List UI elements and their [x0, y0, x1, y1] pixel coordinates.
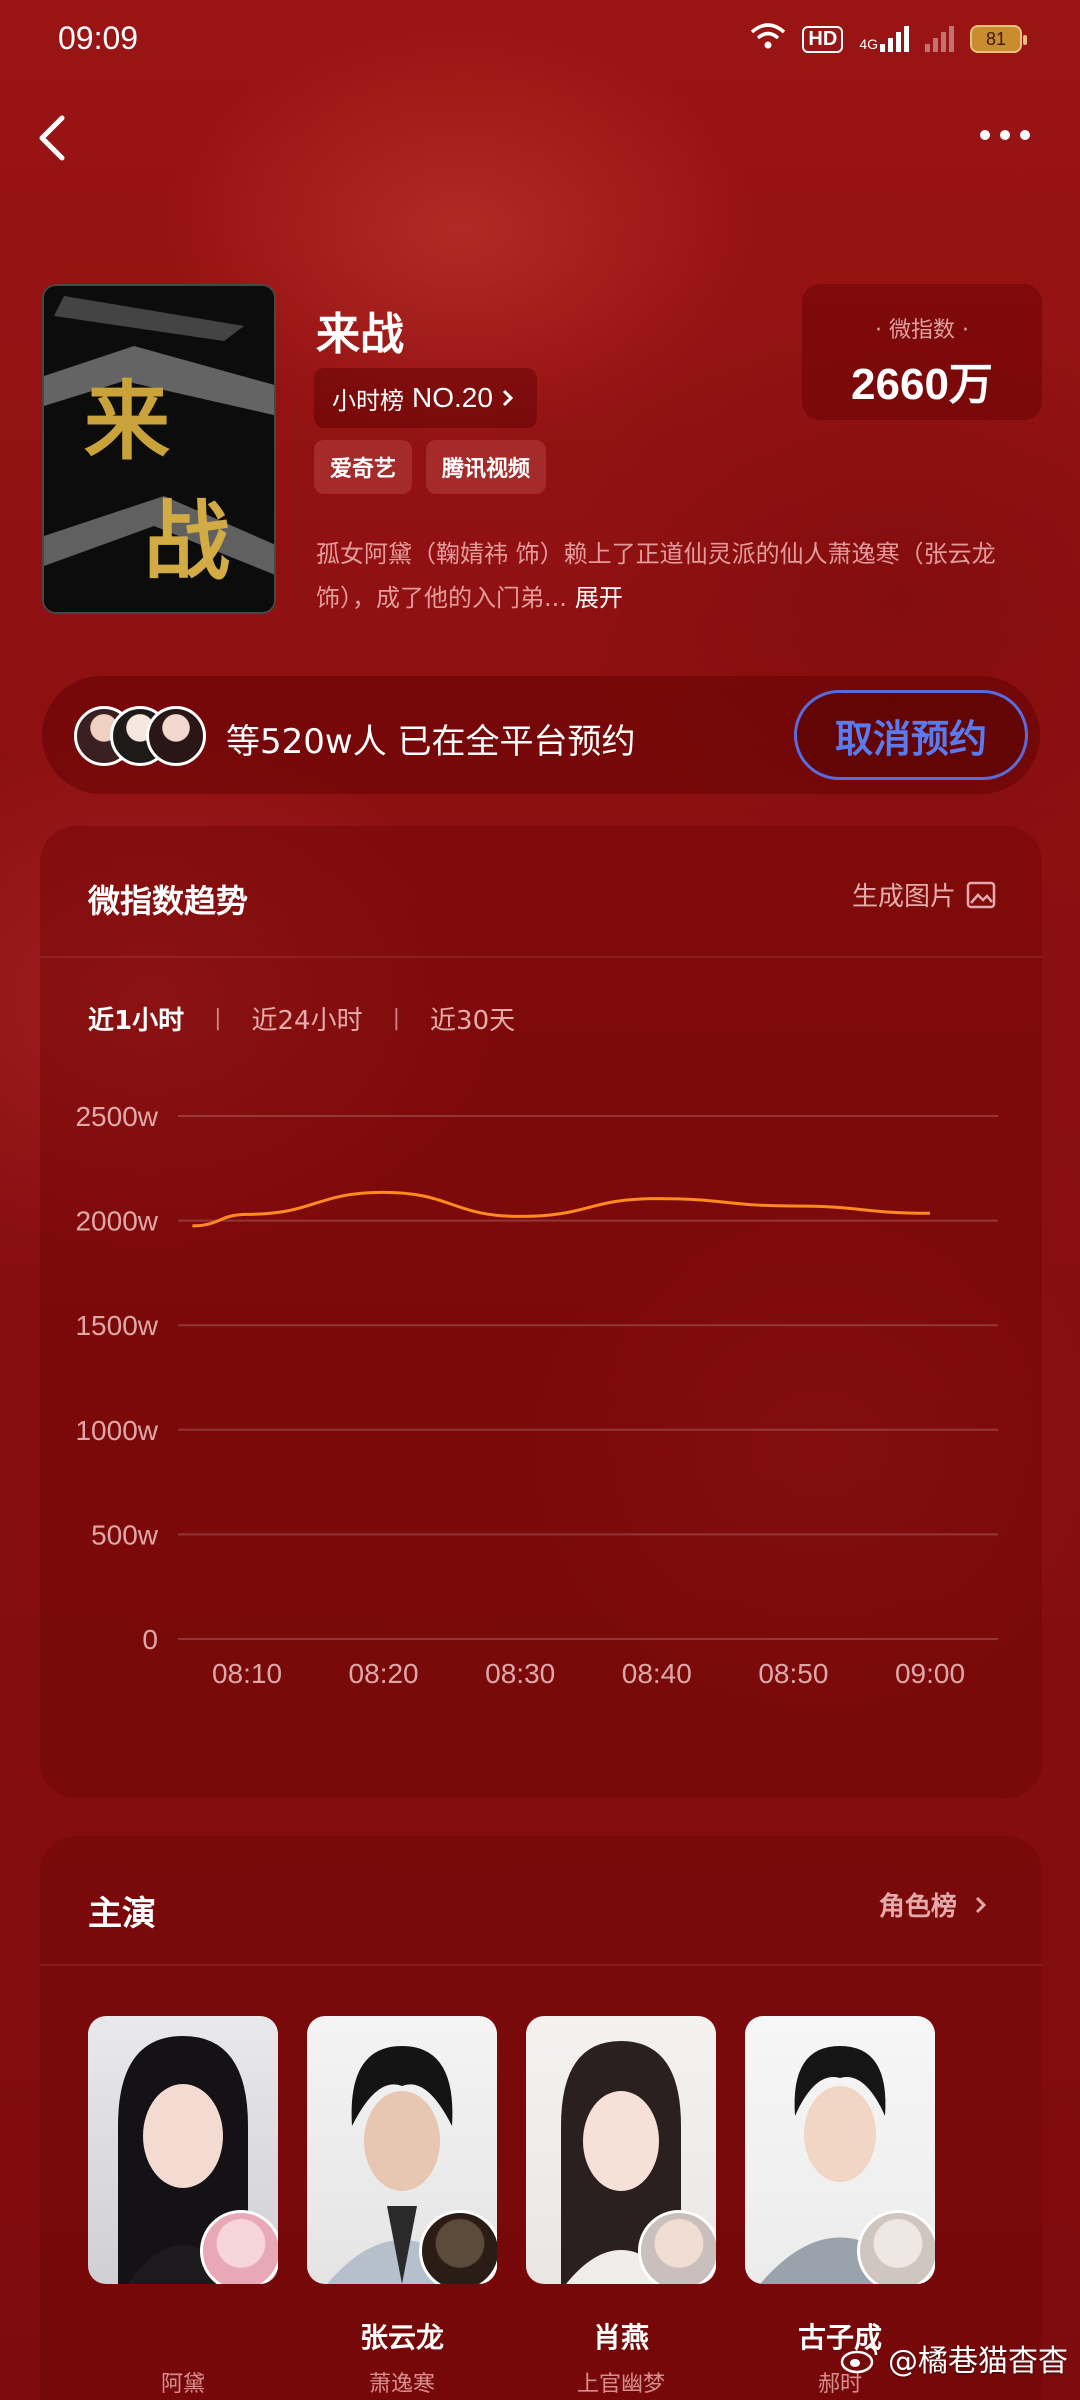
cancel-reservation-button[interactable]: 取消预约 [794, 690, 1028, 780]
tab-1-hour[interactable]: 近1小时 [88, 1000, 184, 1037]
role-rank-label: 角色榜 [878, 1892, 957, 1922]
back-button[interactable] [30, 110, 80, 166]
hd-badge: HD [802, 25, 844, 53]
hourly-rank-chip[interactable]: 小时榜 NO.20 [314, 368, 537, 428]
poster-title-char: 战 [144, 491, 230, 592]
expand-link[interactable]: 展开 [575, 584, 623, 612]
actor-card[interactable]: 古子成 郝时 [745, 2016, 935, 2397]
watermark-text: @橘巷猫杳杳 [888, 2344, 1068, 2379]
role-avatar [638, 2210, 716, 2284]
status-time: 09:09 [58, 20, 139, 56]
platform-tags: 爱奇艺 腾讯视频 [314, 440, 547, 494]
x-tick-label: 09:00 [895, 1658, 965, 1689]
actor-name: 张云龙 [359, 2321, 444, 2354]
image-icon [966, 881, 996, 908]
actor-photo [307, 2016, 497, 2284]
rank-number: NO.20 [412, 382, 493, 413]
actor-role: 上官幽梦 [576, 2372, 665, 2397]
platform-tag-tencent[interactable]: 腾讯视频 [426, 440, 547, 494]
weibo-logo-icon [840, 2344, 878, 2374]
platform-tag-iqiyi[interactable]: 爱奇艺 [314, 440, 413, 494]
tab-30-days[interactable]: 近30天 [430, 1000, 515, 1037]
chevron-right-icon [975, 1896, 987, 1914]
actor-photo [745, 2016, 935, 2284]
weibo-watermark: @橘巷猫杳杳 [840, 2336, 1068, 2380]
x-tick-label: 08:40 [622, 1658, 692, 1689]
y-tick-label: 0 [142, 1624, 158, 1655]
reserved-users-avatars [74, 706, 206, 766]
index-trend-card: 微指数趋势 生成图片 近1小时 | 近24小时 | 近30天 0 500w 1000… [40, 826, 1042, 1798]
more-options-button[interactable] [980, 120, 1040, 150]
status-bar: 09:09 HD 4G 81 [0, 0, 1080, 80]
y-tick-label: 500w [91, 1519, 159, 1550]
signal-empty-icon [925, 26, 954, 52]
rank-label: 小时榜 [332, 386, 404, 415]
drama-title: 来战 [316, 309, 404, 360]
poster-image[interactable]: 来 战 [42, 284, 276, 614]
generate-image-label: 生成图片 [851, 882, 956, 912]
tab-separator: | [392, 1006, 401, 1031]
role-avatar [419, 2210, 497, 2284]
role-rank-link[interactable]: 角色榜 [879, 1886, 988, 1923]
generate-image-button[interactable]: 生成图片 [852, 876, 998, 913]
y-tick-label: 1000w [75, 1415, 158, 1446]
description-text: 孤女阿黛（鞠婧祎 饰）赖上了正道仙灵派的仙人萧逸寒（张云龙饰），成了他的入门弟.… [316, 540, 996, 612]
signal-4g-icon: 4G [859, 26, 909, 52]
cast-card: 主演 角色榜 阿黛 张云龙 萧逸寒 肖燕 上官幽梦 古子成 郝时 [40, 1836, 1042, 2400]
role-avatar [200, 2210, 278, 2284]
tab-24-hours[interactable]: 近24小时 [252, 1000, 363, 1037]
card-divider [40, 1964, 1042, 1966]
dot-icon [1020, 130, 1030, 140]
actor-card[interactable]: 阿黛 [88, 2016, 278, 2397]
poster-title-char: 来 [84, 371, 170, 472]
tab-separator: | [214, 1006, 222, 1031]
cast-title: 主演 [88, 1894, 156, 1934]
x-tick-label: 08:10 [212, 1658, 282, 1689]
actor-name: 肖燕 [592, 2321, 649, 2354]
actor-card[interactable]: 肖燕 上官幽梦 [526, 2016, 716, 2397]
dot-icon [1000, 130, 1010, 140]
x-tick-label: 08:20 [349, 1658, 419, 1689]
actor-photo [88, 2016, 278, 2284]
index-value: 2660万 [851, 360, 993, 409]
actor-role: 萧逸寒 [368, 2372, 435, 2397]
trend-title: 微指数趋势 [88, 882, 249, 920]
trend-line-chart: 0 500w 1000w 1500w 2000w 2500w 08:10 08:20 08:30… [75, 1101, 998, 1689]
y-tick-label: 2000w [75, 1206, 158, 1237]
chevron-left-icon [39, 115, 65, 161]
reservation-count-text: 等520w人 已在全平台预约 [226, 722, 636, 762]
actor-card[interactable]: 张云龙 萧逸寒 [307, 2016, 497, 2397]
avatar [146, 706, 206, 766]
battery-icon: 81 [970, 25, 1027, 53]
wifi-icon [750, 22, 786, 56]
status-icons: HD 4G 81 [750, 22, 1027, 56]
x-tick-label: 08:50 [758, 1658, 828, 1689]
index-label: · 微指数 · [874, 318, 969, 343]
x-tick-label: 08:30 [485, 1658, 555, 1689]
dot-icon [980, 130, 990, 140]
network-label: 4G [859, 36, 878, 52]
role-avatar [857, 2210, 935, 2284]
actor-photo [526, 2016, 716, 2284]
chevron-right-icon [502, 389, 514, 407]
card-divider [40, 956, 1042, 958]
y-tick-label: 1500w [75, 1310, 158, 1341]
reservation-bar: 等520w人 已在全平台预约 取消预约 [42, 676, 1040, 794]
drama-description: 孤女阿黛（鞠婧祎 饰）赖上了正道仙灵派的仙人萧逸寒（张云龙饰），成了他的入门弟.… [316, 532, 1046, 620]
y-tick-label: 2500w [75, 1101, 158, 1132]
time-range-tabs: 近1小时 | 近24小时 | 近30天 [88, 1000, 515, 1037]
weibo-index-card: · 微指数 · 2660万 [802, 284, 1042, 420]
actor-role: 阿黛 [160, 2372, 205, 2397]
